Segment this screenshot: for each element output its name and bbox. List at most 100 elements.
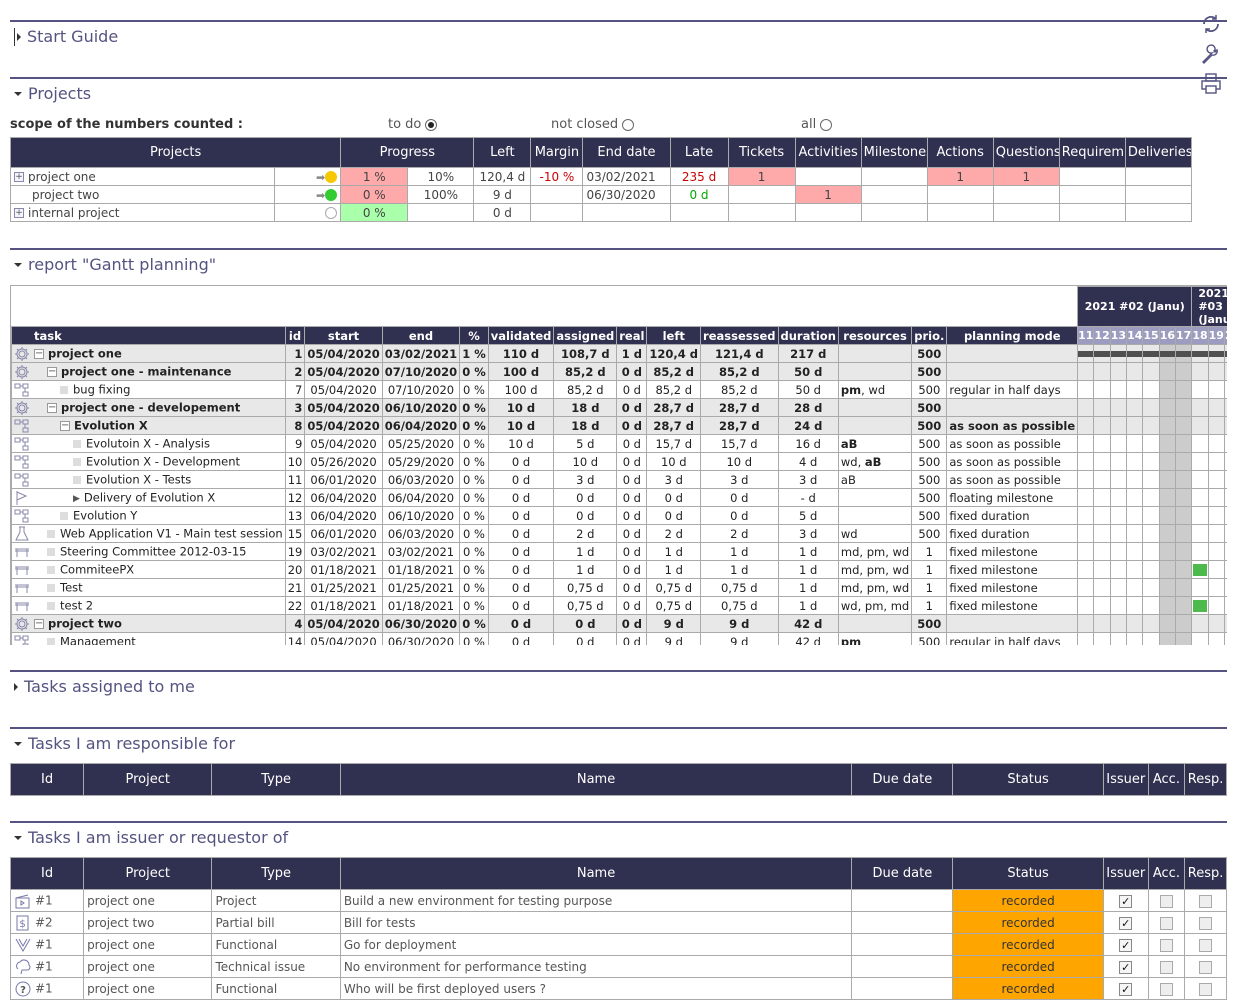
expand-icon[interactable]: + (14, 208, 24, 218)
col-requirements[interactable]: Requirem (1058, 137, 1126, 168)
task-cell[interactable]: Steering Committee 2012-03-15 (11, 542, 286, 561)
task-cell[interactable]: Evolutoin X - Analysis (11, 434, 286, 453)
resp-checkbox[interactable] (1199, 960, 1213, 974)
gantt-row[interactable]: Steering Committee 2012-03-15 19 03/02/202… (11, 542, 1227, 561)
print-icon[interactable] (1199, 72, 1223, 96)
task-name[interactable]: bug fixing (73, 382, 130, 396)
gantt-row[interactable]: test 2 22 01/18/2021 01/18/2021 0 % 0 d 0,75 d… (11, 596, 1227, 615)
col-tickets[interactable]: Tickets (727, 137, 796, 168)
task-name[interactable]: Delivery of Evolution X (84, 490, 215, 504)
id-cell[interactable]: ? #1 (9, 977, 85, 1000)
tickets-count-cell[interactable]: 1 (727, 167, 796, 186)
collapse-icon[interactable]: − (34, 348, 44, 359)
gantt-col-assigned[interactable]: assigned (553, 326, 618, 345)
task-name[interactable]: project one (48, 346, 122, 360)
col-activities[interactable]: Activities (794, 137, 862, 168)
col-end-date[interactable]: End date (582, 137, 671, 168)
issuer-checkbox[interactable]: ✓ (1119, 960, 1133, 974)
col-duedate[interactable]: Due date (851, 857, 954, 890)
col-status[interactable]: Status (952, 857, 1104, 890)
radio-not-closed[interactable] (622, 118, 635, 131)
gantt-col-planningmode[interactable]: planning mode (946, 326, 1079, 345)
task-cell[interactable]: Test (11, 578, 286, 597)
col-id[interactable]: Id (9, 763, 85, 796)
refresh-icon[interactable] (1199, 12, 1223, 36)
issuer-task-row[interactable]: #1 project one Project Build a new environm… (9, 889, 1227, 912)
scope-option-todo[interactable]: to do (388, 117, 438, 132)
tasks-assigned-toggle[interactable]: Tasks assigned to me (14, 677, 195, 696)
gantt-col-start[interactable]: start (304, 326, 383, 345)
col-acc[interactable]: Acc. (1147, 763, 1186, 796)
gantt-row[interactable]: − project one - maintenance 2 05/04/2020 07/… (11, 362, 1227, 381)
acc-checkbox[interactable] (1159, 960, 1173, 974)
gantt-col-validated[interactable]: validated (487, 326, 555, 345)
issuer-checkbox[interactable]: ✓ (1119, 982, 1133, 996)
gantt-row[interactable]: Evolution X - Tests 11 06/01/2020 06/03/202… (11, 470, 1227, 489)
col-type[interactable]: Type (211, 763, 341, 796)
col-issuer[interactable]: Issuer (1102, 763, 1149, 796)
col-issuer[interactable]: Issuer (1102, 857, 1149, 890)
collapse-icon[interactable]: − (47, 366, 57, 377)
resp-checkbox[interactable] (1199, 938, 1213, 952)
wrench-icon[interactable] (1199, 42, 1223, 66)
project-name-cell[interactable]: project two (9, 185, 276, 204)
task-name[interactable]: Steering Committee 2012-03-15 (60, 544, 246, 558)
col-resp[interactable]: Resp. (1184, 763, 1227, 796)
gantt-row[interactable]: − project one 1 05/04/2020 03/02/2021 1 % 110 … (11, 344, 1227, 363)
gantt-col-task[interactable]: task (11, 326, 286, 345)
col-milestones[interactable]: Milestones (860, 137, 928, 168)
acc-checkbox[interactable] (1159, 894, 1173, 908)
issuer-checkbox[interactable]: ✓ (1119, 894, 1133, 908)
task-cell[interactable]: Evolution X - Development (11, 452, 286, 471)
project-row[interactable]: + internal project 0 % 0 d (9, 203, 1193, 222)
radio-all[interactable] (820, 118, 833, 131)
task-name[interactable]: Management (60, 634, 136, 645)
actions-count-cell[interactable]: 1 (926, 167, 994, 186)
task-name[interactable]: Evolutoin X - Analysis (86, 436, 210, 450)
gantt-col-prio[interactable]: prio. (911, 326, 948, 345)
resp-checkbox[interactable] (1199, 916, 1213, 930)
col-questions[interactable]: Questions (992, 137, 1060, 168)
tasks-responsible-toggle[interactable]: Tasks I am responsible for (14, 734, 235, 753)
task-cell[interactable]: CommiteePX (11, 560, 286, 579)
id-cell[interactable]: $ #2 (9, 911, 85, 934)
collapse-icon[interactable]: − (47, 402, 57, 413)
gantt-bar[interactable] (1193, 599, 1207, 612)
acc-checkbox[interactable] (1159, 938, 1173, 952)
expand-icon[interactable]: + (14, 172, 24, 182)
scope-option-not-closed[interactable]: not closed (551, 117, 635, 132)
col-late[interactable]: Late (669, 137, 729, 168)
issuer-checkbox[interactable]: ✓ (1119, 938, 1133, 952)
gantt-row[interactable]: ▶ Delivery of Evolution X 12 06/04/2020 06/0… (11, 488, 1227, 507)
issuer-task-row[interactable]: #1 project one Functional Go for deployment… (9, 933, 1227, 956)
gantt-row[interactable]: − project one - developement 3 05/04/2020 06… (11, 398, 1227, 417)
issuer-task-row[interactable]: $ #2 project two Partial bill Bill for tests… (9, 911, 1227, 934)
task-cell[interactable]: Evolution X - Tests (11, 470, 286, 489)
gantt-row[interactable]: Test 21 01/25/2021 01/25/2021 0 % 0 d 0,75 d0 … (11, 578, 1227, 597)
task-cell[interactable]: Evolution Y (11, 506, 286, 525)
task-cell[interactable]: test 2 (11, 596, 286, 615)
task-name[interactable]: Evolution X - Tests (86, 472, 191, 486)
col-margin[interactable]: Margin (530, 137, 584, 168)
gantt-col-duration[interactable]: duration (777, 326, 839, 345)
project-row[interactable]: project two ➡ 0 % 100% 9 d 06/30/2020 0 d 1 (9, 185, 1193, 204)
col-id[interactable]: Id (9, 857, 85, 890)
gantt-bar[interactable] (1193, 563, 1207, 576)
acc-checkbox[interactable] (1159, 982, 1173, 996)
task-name[interactable]: Test (60, 580, 83, 594)
project-name-cell[interactable]: + project one (9, 167, 276, 186)
col-progress[interactable]: Progress (340, 137, 475, 168)
gantt-row[interactable]: CommiteePX 20 01/18/2021 01/18/2021 0 % 0 d1 … (11, 560, 1227, 579)
task-name[interactable]: Evolution Y (73, 508, 137, 522)
gantt-row[interactable]: Web Application V1 - Main test session 15… (11, 524, 1227, 543)
id-cell[interactable]: #1 (9, 933, 85, 956)
gantt-col-[interactable]: % (459, 326, 489, 345)
gantt-row[interactable]: Management 14 05/04/2020 06/30/2020 0 % 0 d0 … (11, 632, 1227, 645)
gantt-col-id[interactable]: id (284, 326, 306, 345)
task-cell[interactable]: − project one (11, 344, 286, 363)
task-cell[interactable]: − project two (11, 614, 286, 633)
id-cell[interactable]: #1 (9, 889, 85, 912)
col-duedate[interactable]: Due date (851, 763, 954, 796)
task-name[interactable]: project two (48, 616, 122, 630)
collapse-icon[interactable]: − (60, 420, 70, 431)
